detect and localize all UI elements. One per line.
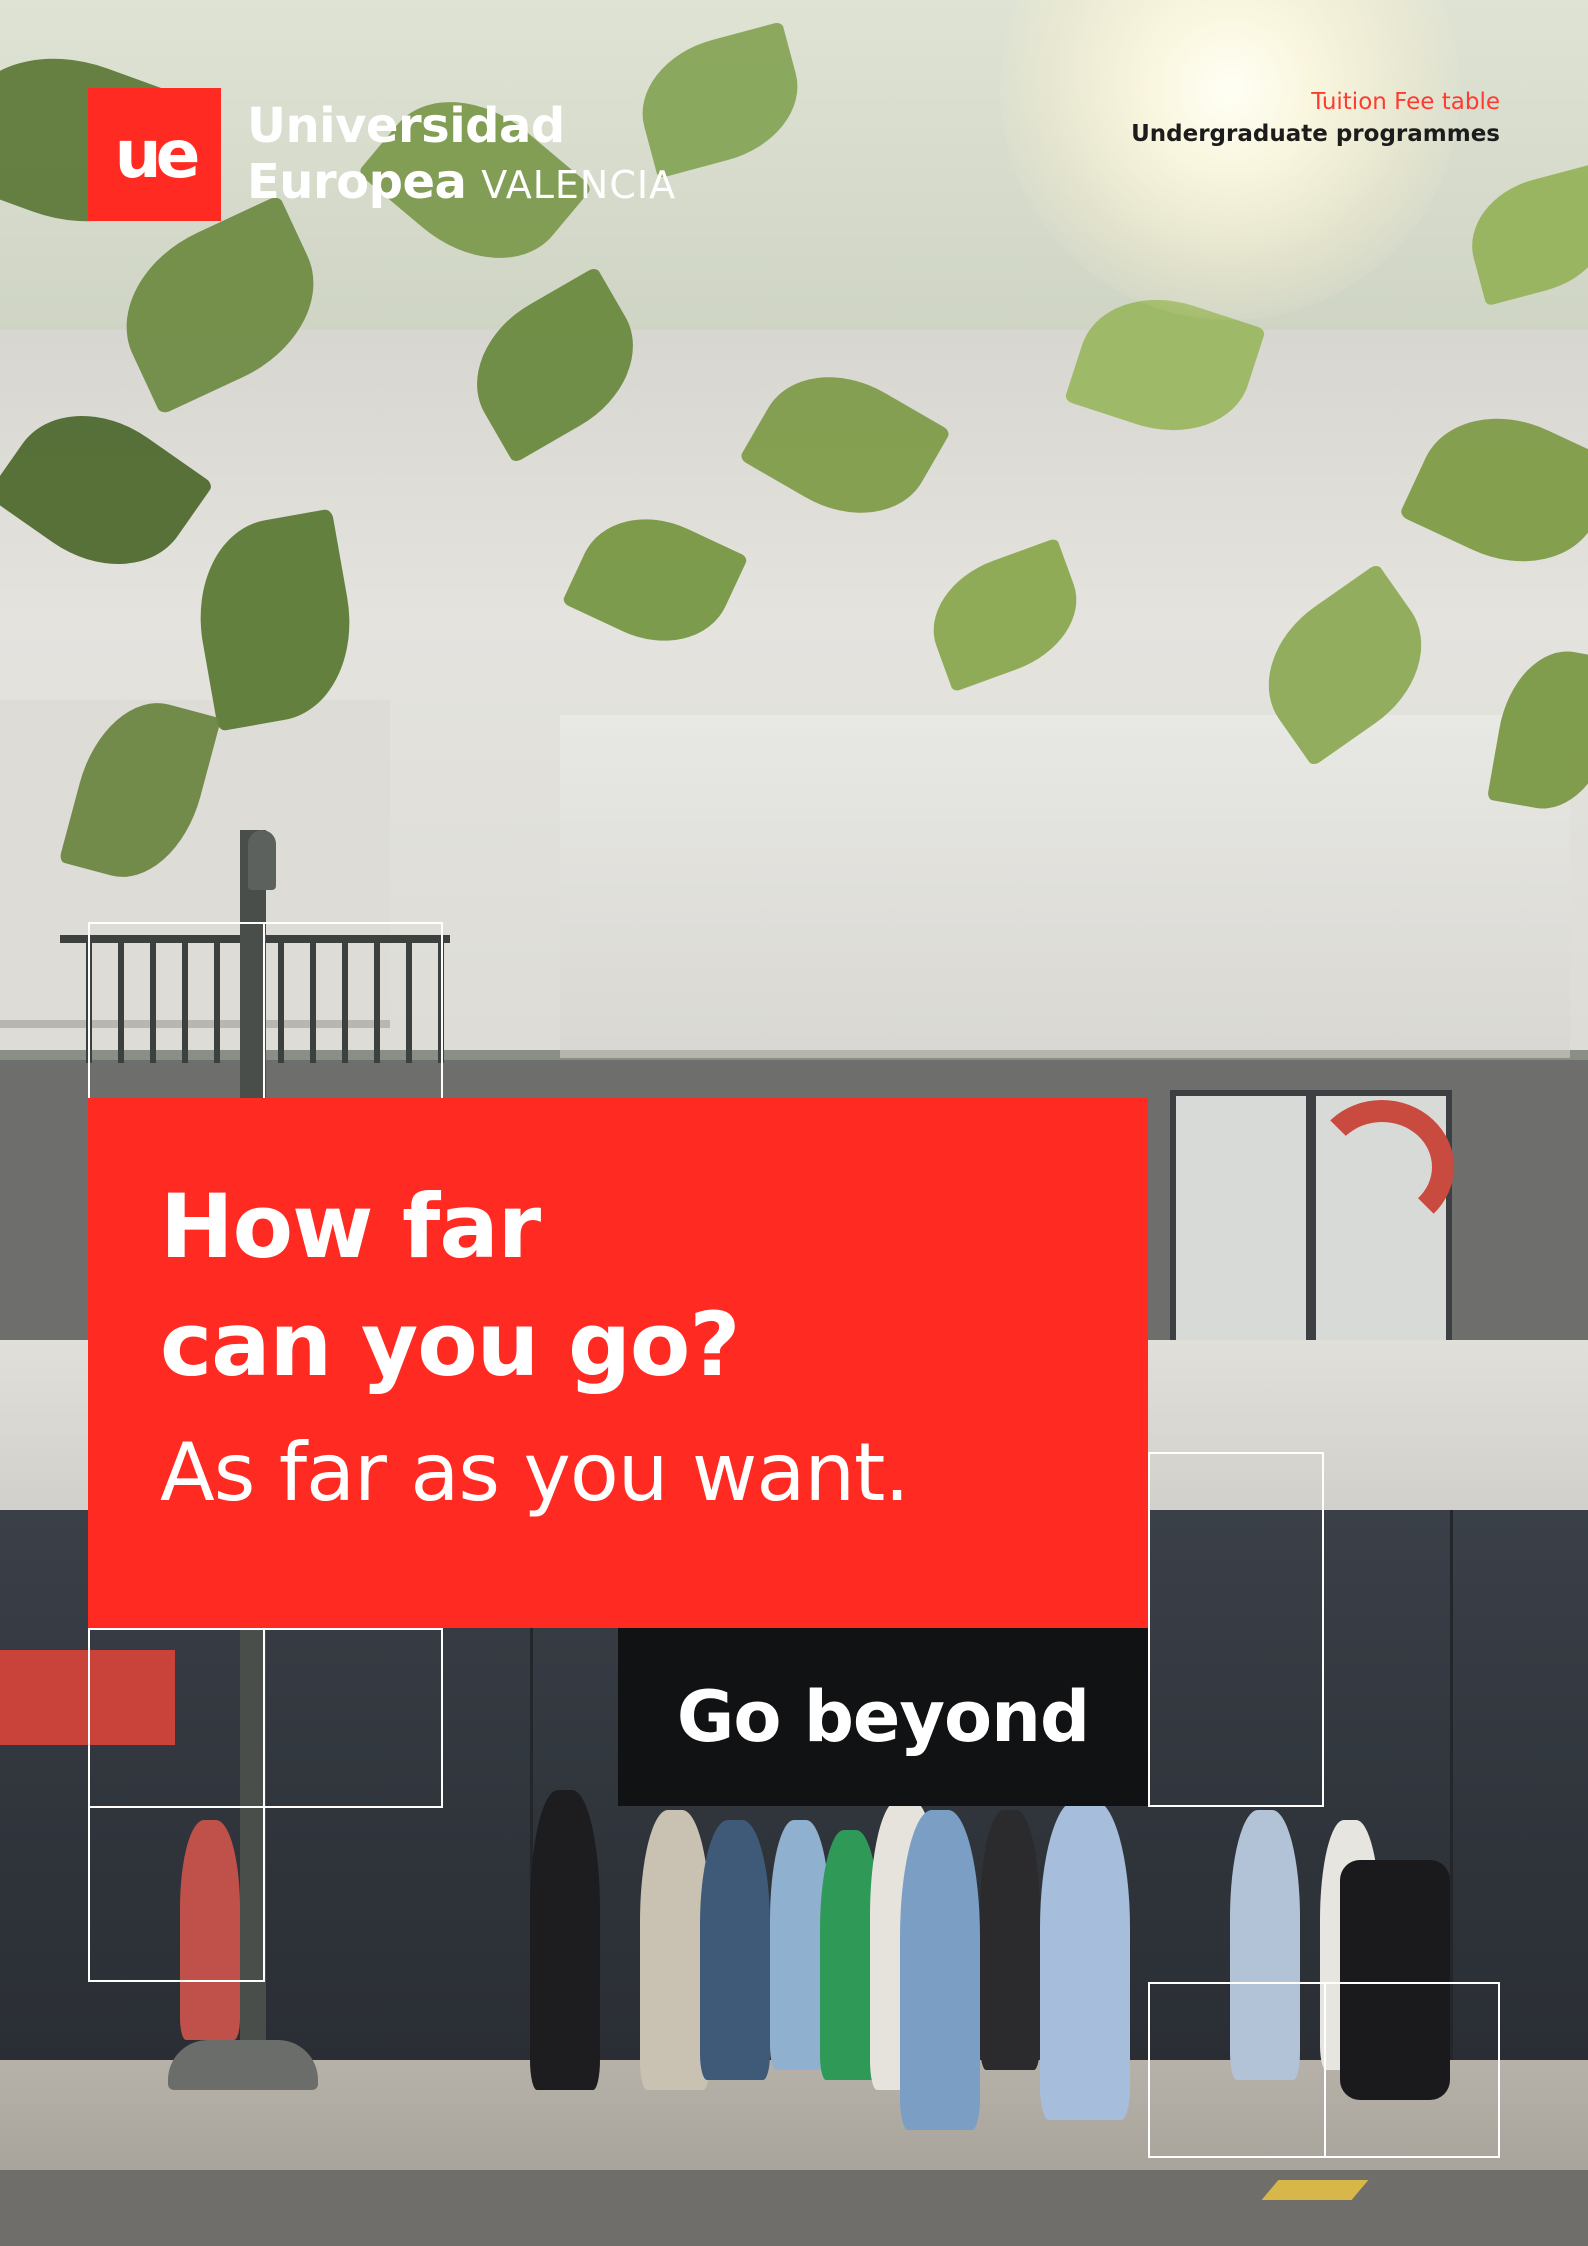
headline-line2: can you go? xyxy=(160,1293,740,1396)
document-subtitle: Undergraduate programmes xyxy=(1131,121,1500,147)
brand-name-europea: Europea xyxy=(247,154,467,210)
headline-panel: How far can you go? As far as you want. xyxy=(88,1098,1148,1628)
student xyxy=(1040,1800,1130,2120)
street-lamp-top xyxy=(248,830,276,890)
student xyxy=(180,1820,240,2040)
student xyxy=(1230,1810,1300,2080)
document-title: Tuition Fee table xyxy=(1311,89,1500,115)
go-beyond-button[interactable]: Go beyond xyxy=(618,1628,1148,1806)
building-logo-graphic xyxy=(1310,1100,1454,1234)
student xyxy=(700,1820,770,2080)
street-lamp-base xyxy=(168,2040,318,2090)
student xyxy=(900,1810,980,2130)
student xyxy=(980,1810,1040,2070)
go-beyond-label: Go beyond xyxy=(676,1676,1090,1758)
building-balcony xyxy=(560,715,1570,1058)
subheadline: As far as you want. xyxy=(160,1426,910,1519)
brand-name-line2: Europea VALENCIA xyxy=(247,154,676,213)
university-wordmark: Universidad Europea VALENCIA xyxy=(247,98,676,213)
road-marking xyxy=(1261,2180,1369,2200)
university-logo[interactable]: ue xyxy=(88,88,221,221)
moped xyxy=(1340,1860,1450,2100)
brand-name-line1: Universidad xyxy=(247,98,565,154)
headline-line1: How far xyxy=(160,1175,541,1278)
logo-monogram: ue xyxy=(114,115,201,193)
document-label: Tuition Fee table Undergraduate programm… xyxy=(1131,86,1500,150)
facade-red-graphic xyxy=(0,1650,175,1745)
brand-city: VALENCIA xyxy=(481,163,677,207)
headline: How far can you go? xyxy=(160,1168,740,1404)
facade-panel-line xyxy=(1450,1510,1453,2070)
brochure-cover: ue Universidad Europea VALENCIA Tuition … xyxy=(0,0,1588,2246)
student xyxy=(530,1790,600,2090)
building-window xyxy=(1170,1090,1312,1352)
